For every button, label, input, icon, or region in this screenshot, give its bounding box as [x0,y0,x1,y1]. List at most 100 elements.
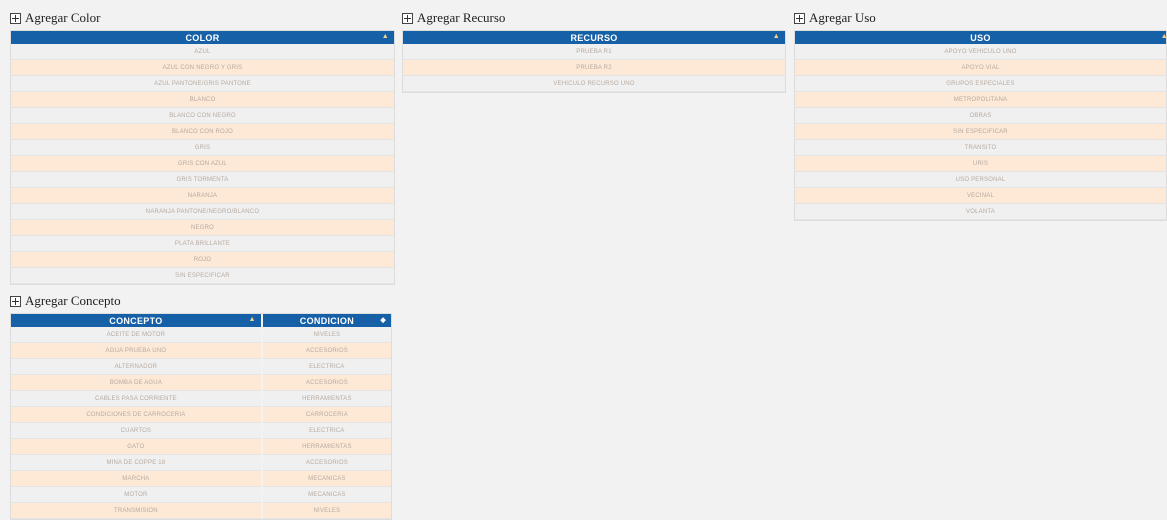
table-row[interactable]: PLATA BRILLANTE [11,235,394,252]
table-row[interactable]: SIN ESPECIFICAR [11,267,394,284]
condicion-cell: ELECTRICA [261,422,391,439]
recurso-column-header[interactable]: RECURSO ▲ [403,31,785,44]
table-row[interactable]: OBRAS [795,107,1166,124]
uso-header-label: USO [970,32,991,43]
table-row[interactable]: AZUL [11,44,394,60]
color-cell: BLANCO CON ROJO [11,123,394,140]
table-row[interactable]: AZUL CON NEGRO Y GRIS [11,59,394,76]
table-row[interactable]: BLANCO CON NEGRO [11,107,394,124]
concepto-cell: MARCHA [11,470,263,487]
color-cell: GRIS TORMENTA [11,171,394,188]
table-row[interactable]: PRUEBA R2 [403,59,785,76]
recurso-cell: PRUEBA R2 [403,59,785,76]
table-row[interactable]: GRIS TORMENTA [11,171,394,188]
table-row[interactable]: URIS [795,155,1166,172]
table-row[interactable]: ACEITE DE MOTOR NIVELES [11,327,391,343]
table-row[interactable]: GATO HERRAMIENTAS [11,438,391,455]
table-row[interactable]: CUARTOS ELECTRICA [11,422,391,439]
sort-asc-icon[interactable]: ▲ [773,33,780,40]
color-cell: AZUL PANTONE/GRIS PANTONE [11,75,394,92]
table-row[interactable]: PRUEBA R1 [403,44,785,60]
table-row[interactable]: CABLES PASA CORRIENTE HERRAMIENTAS [11,390,391,407]
table-row[interactable]: GRIS CON AZUL [11,155,394,172]
concepto-header-label: CONCEPTO [109,315,163,326]
table-row[interactable]: METROPOLITANA [795,91,1166,108]
table-row[interactable]: AZUL PANTONE/GRIS PANTONE [11,75,394,92]
uso-cell: USO PERSONAL [795,171,1166,188]
color-cell: GRIS [11,139,394,156]
table-row[interactable]: NARANJA PANTONE/NEGRO/BLANCO [11,203,394,220]
uso-cell: URIS [795,155,1166,172]
table-row[interactable]: ALTERNADOR ELECTRICA [11,358,391,375]
concepto-cell: GATO [11,438,263,455]
table-row[interactable]: BLANCO CON ROJO [11,123,394,140]
add-recurso-link[interactable]: Agregar Recurso [402,10,786,26]
table-row[interactable]: SIN ESPECIFICAR [795,123,1166,140]
uso-cell: GRUPOS ESPECIALES [795,75,1166,92]
concepto-panel: Agregar Concepto CONCEPTO ▲ CONDICION ◆ … [10,293,392,520]
color-column-header[interactable]: COLOR ▲ [11,31,394,44]
concepto-cell: MINA DE COPPE 18 [11,454,263,471]
table-row[interactable]: TRANSMISION NIVELES [11,502,391,519]
add-concepto-label: Agregar Concepto [25,293,121,308]
table-row[interactable]: BOMBA DE AGUA ACCESORIOS [11,374,391,391]
concepto-cell: ACEITE DE MOTOR [11,327,263,343]
table-row[interactable]: TRANSITO [795,139,1166,156]
table-row[interactable]: VECINAL [795,187,1166,204]
add-uso-link[interactable]: Agregar Uso [794,10,1167,26]
condicion-cell: MECANICAS [261,486,391,503]
add-color-label: Agregar Color [25,10,101,25]
condicion-cell: ELECTRICA [261,358,391,375]
sort-both-icon[interactable]: ◆ [380,316,386,324]
table-row[interactable]: APOYO VIAL [795,59,1166,76]
condicion-cell: ACCESORIOS [261,454,391,471]
uso-column-header[interactable]: USO ▲ [795,31,1167,44]
uso-cell: APOYO VIAL [795,59,1166,76]
uso-cell: VECINAL [795,187,1166,204]
recurso-cell: VEHICULO RECURSO UNO [403,75,785,92]
concepto-cell: AGUA PRUEBA UNO [11,342,263,359]
sort-asc-icon[interactable]: ▲ [382,33,389,40]
table-row[interactable]: MOTOR MECANICAS [11,486,391,503]
add-concepto-link[interactable]: Agregar Concepto [10,293,392,309]
condicion-cell: HERRAMIENTAS [261,390,391,407]
plus-box-icon [10,295,21,307]
table-row[interactable]: VOLANTA [795,203,1166,220]
recurso-cell: PRUEBA R1 [403,44,785,60]
table-row[interactable]: USO PERSONAL [795,171,1166,188]
color-cell: AZUL [11,44,394,60]
table-row[interactable]: MARCHA MECANICAS [11,470,391,487]
condicion-column-header[interactable]: CONDICION ◆ [261,314,391,327]
table-row[interactable]: BLANCO [11,91,394,108]
table-row[interactable]: CONDICIONES DE CARROCERIA CARROCERIA [11,406,391,423]
color-cell: PLATA BRILLANTE [11,235,394,252]
table-row[interactable]: AGUA PRUEBA UNO ACCESORIOS [11,342,391,359]
concepto-cell: CABLES PASA CORRIENTE [11,390,263,407]
table-row[interactable]: GRIS [11,139,394,156]
uso-cell: APOYO VEHICULO UNO [795,44,1166,60]
color-cell: ROJO [11,251,394,268]
color-cell: NARANJA [11,187,394,204]
concepto-column-header[interactable]: CONCEPTO ▲ [11,314,263,327]
sort-asc-icon[interactable]: ▲ [249,316,256,323]
table-row[interactable]: MINA DE COPPE 18 ACCESORIOS [11,454,391,471]
sort-asc-icon[interactable]: ▲ [1161,33,1167,40]
concepto-cell: MOTOR [11,486,263,503]
condicion-cell: NIVELES [261,502,391,519]
concepto-cell: BOMBA DE AGUA [11,374,263,391]
condicion-cell: ACCESORIOS [261,342,391,359]
color-cell: BLANCO CON NEGRO [11,107,394,124]
table-row[interactable]: ROJO [11,251,394,268]
table-row[interactable]: NARANJA [11,187,394,204]
table-row[interactable]: GRUPOS ESPECIALES [795,75,1166,92]
table-row[interactable]: APOYO VEHICULO UNO [795,44,1166,60]
concepto-table: CONCEPTO ▲ CONDICION ◆ ACEITE DE MOTOR NI… [10,313,392,520]
uso-panel: Agregar Uso USO ▲ APOYO VEHICULO UNO APOY… [794,10,1167,221]
uso-cell: TRANSITO [795,139,1166,156]
add-color-link[interactable]: Agregar Color [10,10,395,26]
table-row[interactable]: VEHICULO RECURSO UNO [403,75,785,92]
condicion-cell: NIVELES [261,327,391,343]
color-header-label: COLOR [185,32,220,43]
uso-table: USO ▲ APOYO VEHICULO UNO APOYO VIAL GRUPOS… [794,30,1167,221]
table-row[interactable]: NEGRO [11,219,394,236]
